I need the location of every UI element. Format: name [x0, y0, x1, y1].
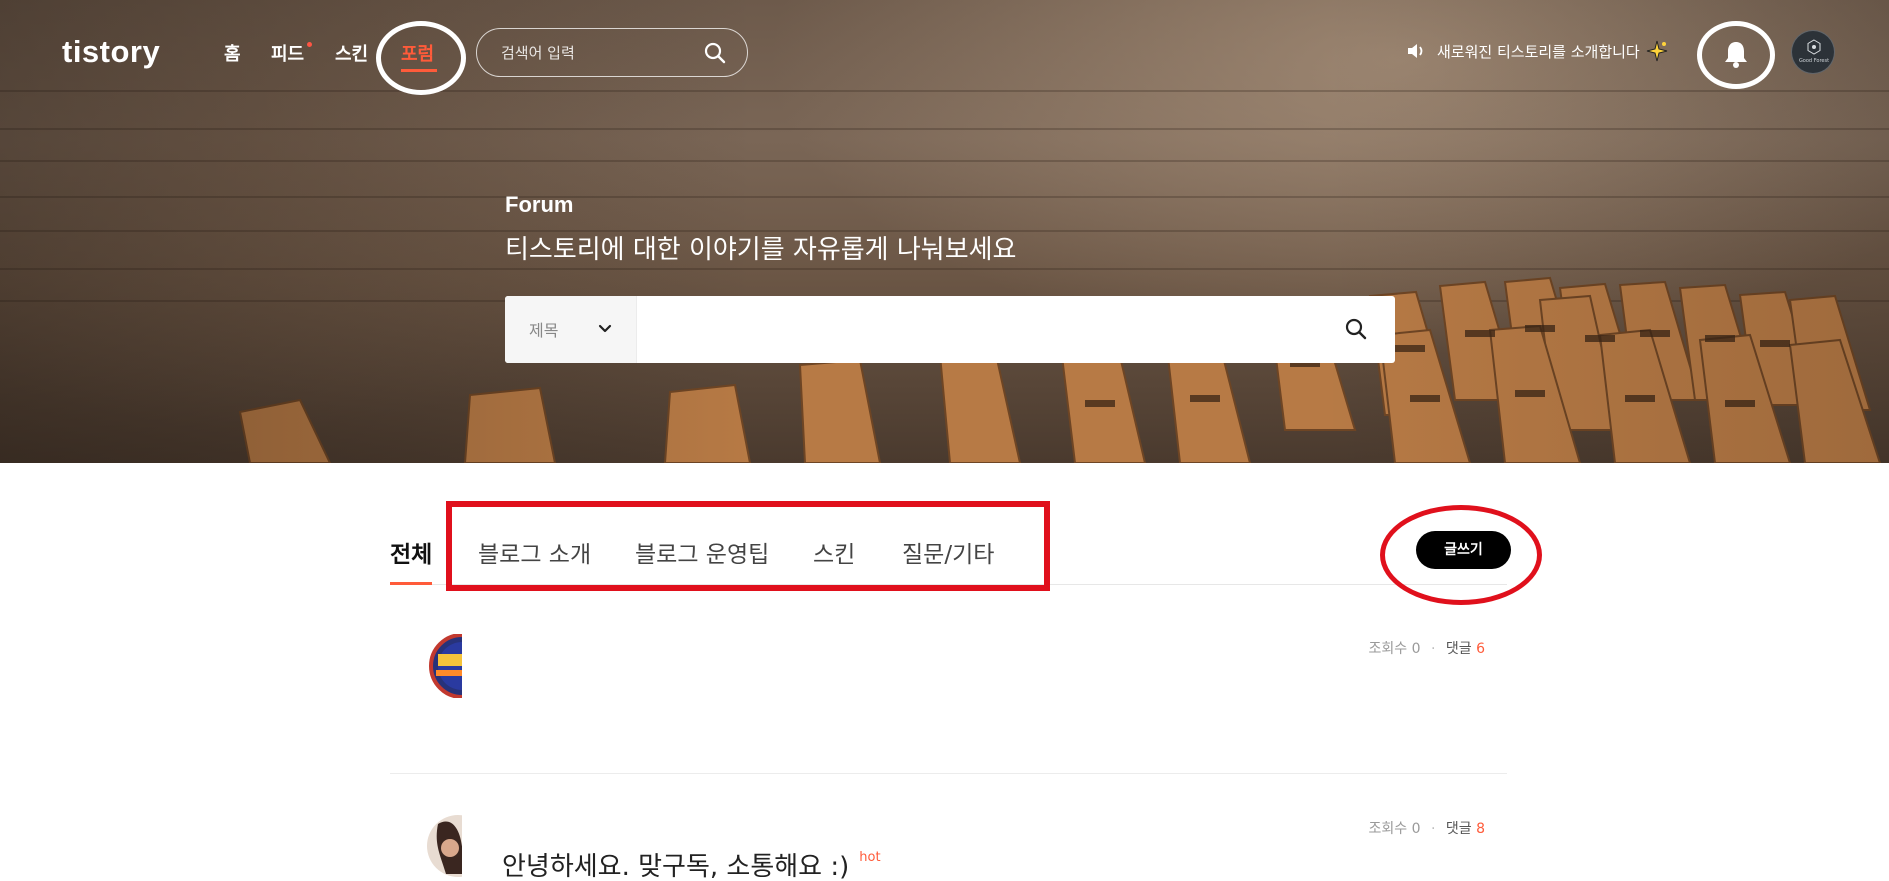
stat-separator: · — [1430, 821, 1436, 837]
search-icon[interactable] — [703, 41, 727, 65]
comments-label: 댓글 — [1445, 641, 1472, 657]
active-tab-indicator — [390, 582, 432, 585]
avatar-label: Good Forest — [1798, 58, 1830, 64]
annotation-circle-forum — [376, 21, 466, 95]
nav-home[interactable]: 홈 — [224, 40, 241, 66]
announcement-text: 새로워진 티스토리를 소개합니다 — [1437, 43, 1640, 61]
comments-label: 댓글 — [1445, 821, 1472, 837]
post-stats: 조회수 0 · 댓글 8 — [1368, 818, 1485, 838]
hot-badge: hot — [859, 850, 881, 865]
speaker-icon — [1408, 44, 1423, 58]
sparkle-icon — [1646, 40, 1668, 62]
tab-all[interactable]: 전체 — [390, 535, 432, 569]
page-title: Forum — [505, 192, 574, 217]
forum-post[interactable]: 조회수 0 · 댓글 8 안녕하세요. 맞구독, 소통해요 :) hot — [390, 810, 1507, 881]
post-title-text: 안녕하세요. 맞구독, 소통해요 :) — [502, 852, 850, 881]
post-author-avatar[interactable] — [414, 634, 462, 698]
post-divider — [390, 773, 1507, 774]
views-count: 0 — [1411, 641, 1421, 657]
post-title-link[interactable]: 안녕하세요. 맞구독, 소통해요 :) hot — [502, 846, 881, 881]
search-icon[interactable] — [1344, 317, 1368, 341]
chevron-down-icon — [598, 324, 612, 333]
stat-separator: · — [1430, 641, 1436, 657]
comments-count: 8 — [1476, 821, 1485, 837]
nav-feed[interactable]: 피드 — [271, 40, 304, 66]
views-label: 조회수 — [1368, 641, 1408, 657]
views-count: 0 — [1411, 821, 1421, 837]
views-label: 조회수 — [1368, 821, 1408, 837]
post-stats: 조회수 0 · 댓글 6 — [1368, 638, 1485, 658]
avatar-emblem-icon — [1807, 39, 1821, 55]
tistory-logo[interactable]: tistory — [62, 34, 160, 70]
new-dot-indicator — [307, 42, 312, 47]
comments-count: 6 — [1476, 641, 1485, 657]
forum-search-bar: 제목 — [505, 296, 1395, 363]
header-search-input[interactable] — [501, 41, 701, 65]
annotation-box-tabs — [446, 501, 1050, 591]
post-author-avatar[interactable] — [414, 814, 462, 878]
annotation-circle-bell — [1697, 21, 1775, 89]
annotation-circle-write — [1380, 505, 1542, 605]
forum-search-input[interactable] — [645, 310, 1295, 348]
search-filter-select[interactable]: 제목 — [505, 296, 637, 363]
nav-skin[interactable]: 스킨 — [335, 40, 368, 66]
user-avatar[interactable]: Good Forest — [1791, 30, 1835, 74]
page-subtitle: 티스토리에 대한 이야기를 자유롭게 나눠보세요 — [505, 235, 1017, 265]
forum-post[interactable]: 조회수 0 · 댓글 6 — [390, 630, 1507, 770]
search-filter-value: 제목 — [529, 321, 559, 340]
header-search-box[interactable] — [476, 28, 748, 77]
